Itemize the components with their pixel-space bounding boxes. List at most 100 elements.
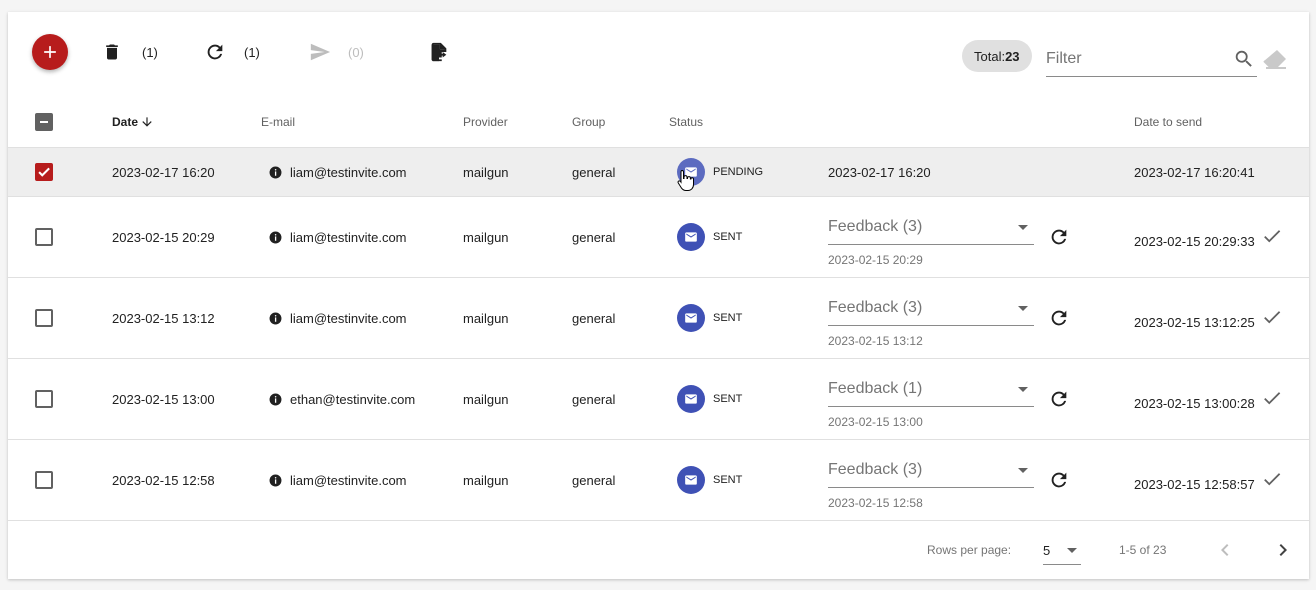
- feedback-value: Feedback (3): [828, 299, 923, 316]
- refresh-icon[interactable]: [1048, 469, 1070, 491]
- refresh-icon[interactable]: [1048, 307, 1070, 329]
- row-status: SENT: [677, 466, 742, 494]
- feedback-date: 2023-02-15 12:58: [828, 496, 923, 510]
- toolbar: (1) (1) (0) Total: 23: [8, 12, 1309, 96]
- row-provider: mailgun: [463, 230, 509, 245]
- send-icon: [310, 43, 331, 61]
- row-group: general: [572, 230, 616, 245]
- filter-field: [1046, 44, 1257, 77]
- row-email: liam@testinvite.com: [269, 230, 407, 245]
- row-group: general: [572, 165, 616, 180]
- row-provider: mailgun: [463, 473, 509, 488]
- row-email-text: liam@testinvite.com: [290, 473, 407, 488]
- eraser-icon[interactable]: [1262, 48, 1288, 70]
- status-avatar[interactable]: [677, 385, 705, 413]
- status-avatar[interactable]: [677, 304, 705, 332]
- feedback-select[interactable]: Feedback (1): [828, 377, 1034, 407]
- column-header-provider[interactable]: Provider: [463, 96, 508, 148]
- row-checkbox[interactable]: [35, 228, 53, 246]
- row-checkbox[interactable]: [35, 309, 53, 327]
- info-icon[interactable]: [269, 231, 282, 244]
- row-checkbox[interactable]: [35, 390, 53, 408]
- feedback-value: Feedback (1): [828, 380, 923, 397]
- feedback-date: 2023-02-15 13:00: [828, 415, 923, 429]
- status-avatar[interactable]: [677, 466, 705, 494]
- table-row[interactable]: 2023-02-15 13:00 ethan@testinvite.com ma…: [8, 359, 1309, 440]
- column-header-date-to-send[interactable]: Date to send: [1134, 96, 1202, 148]
- row-date-to-send: 2023-02-15 13:00:28: [1134, 396, 1255, 411]
- table-row[interactable]: 2023-02-15 20:29 liam@testinvite.com mai…: [8, 197, 1309, 278]
- refresh-icon[interactable]: [1048, 226, 1070, 248]
- export-button[interactable]: [428, 38, 450, 66]
- delete-button[interactable]: (1): [102, 38, 158, 66]
- feedback-field: Feedback (1) 2023-02-15 13:00: [828, 377, 1034, 429]
- mail-icon: [685, 394, 697, 404]
- feedback-field: Feedback (3) 2023-02-15 12:58: [828, 458, 1034, 510]
- status-label: SENT: [713, 312, 743, 324]
- select-all-checkbox[interactable]: [35, 113, 53, 131]
- arrow-down-icon: [142, 117, 152, 127]
- column-header-group[interactable]: Group: [572, 96, 605, 148]
- refresh-icon: [207, 44, 223, 60]
- row-group: general: [572, 473, 616, 488]
- caret-down-icon: [1018, 468, 1028, 473]
- row-email-text: liam@testinvite.com: [290, 230, 407, 245]
- row-group: general: [572, 311, 616, 326]
- refresh-icon[interactable]: [1048, 388, 1070, 410]
- check-icon: [38, 167, 50, 177]
- status-label: SENT: [713, 393, 743, 405]
- row-date: 2023-02-15 20:29: [112, 230, 215, 245]
- pagination-range: 1-5 of 23: [1119, 543, 1167, 557]
- table-row[interactable]: 2023-02-15 12:58 liam@testinvite.com mai…: [8, 440, 1309, 521]
- filter-input[interactable]: [1046, 44, 1226, 74]
- caret-down-icon: [1018, 225, 1028, 230]
- chevron-right-icon[interactable]: [1271, 538, 1295, 562]
- add-button[interactable]: [32, 34, 68, 70]
- refresh-count: (1): [244, 44, 260, 60]
- send-button[interactable]: (0): [308, 38, 364, 66]
- row-group: general: [572, 392, 616, 407]
- mail-icon: [685, 232, 697, 242]
- feedback-select[interactable]: Feedback (3): [828, 458, 1034, 488]
- file-export-icon: [431, 42, 447, 62]
- feedback-select[interactable]: Feedback (3): [828, 296, 1034, 326]
- resend-button[interactable]: (1): [204, 38, 260, 66]
- row-date-to-send: 2023-02-17 16:20:41: [1134, 165, 1255, 180]
- feedback-field: Feedback (3) 2023-02-15 20:29: [828, 215, 1034, 267]
- info-icon[interactable]: [269, 474, 282, 487]
- plus-icon: [44, 46, 56, 58]
- column-header-status[interactable]: Status: [669, 96, 703, 148]
- rows-per-page-select[interactable]: 5: [1043, 537, 1081, 565]
- row-status: SENT: [677, 304, 742, 332]
- row-email-text: liam@testinvite.com: [290, 165, 407, 180]
- column-header-email[interactable]: E-mail: [261, 96, 295, 148]
- table-header: Date E-mail Provider Group Status Date t…: [8, 96, 1309, 148]
- row-provider: mailgun: [463, 392, 509, 407]
- status-avatar[interactable]: [677, 223, 705, 251]
- chevron-left-icon[interactable]: [1213, 538, 1237, 562]
- row-email: liam@testinvite.com: [269, 473, 407, 488]
- column-header-date[interactable]: Date: [112, 96, 154, 148]
- search-icon[interactable]: [1233, 48, 1255, 70]
- feedback-select[interactable]: Feedback (3): [828, 215, 1034, 245]
- feedback-date: 2023-02-15 20:29: [828, 253, 923, 267]
- status-label: PENDING: [713, 166, 764, 178]
- row-checkbox[interactable]: [35, 163, 53, 181]
- row-date-to-send: 2023-02-15 12:58:57: [1134, 477, 1255, 492]
- check-icon: [1264, 473, 1281, 486]
- caret-down-icon: [1067, 548, 1077, 553]
- info-icon[interactable]: [269, 166, 282, 179]
- info-icon[interactable]: [269, 393, 282, 406]
- messages-card: (1) (1) (0) Total:23 Date: [8, 12, 1309, 579]
- row-date-to-send: 2023-02-15 13:12:25: [1134, 315, 1255, 330]
- table-row[interactable]: 2023-02-17 16:20 liam@testinvite.com mai…: [8, 148, 1309, 197]
- row-email-text: ethan@testinvite.com: [290, 392, 416, 407]
- row-email: ethan@testinvite.com: [269, 392, 415, 407]
- row-email: liam@testinvite.com: [269, 311, 407, 326]
- status-avatar[interactable]: [677, 158, 705, 186]
- row-email-text: liam@testinvite.com: [290, 311, 407, 326]
- info-icon[interactable]: [269, 312, 282, 325]
- table-row[interactable]: 2023-02-15 13:12 liam@testinvite.com mai…: [8, 278, 1309, 359]
- row-status-date: 2023-02-17 16:20: [828, 165, 931, 180]
- row-checkbox[interactable]: [35, 471, 53, 489]
